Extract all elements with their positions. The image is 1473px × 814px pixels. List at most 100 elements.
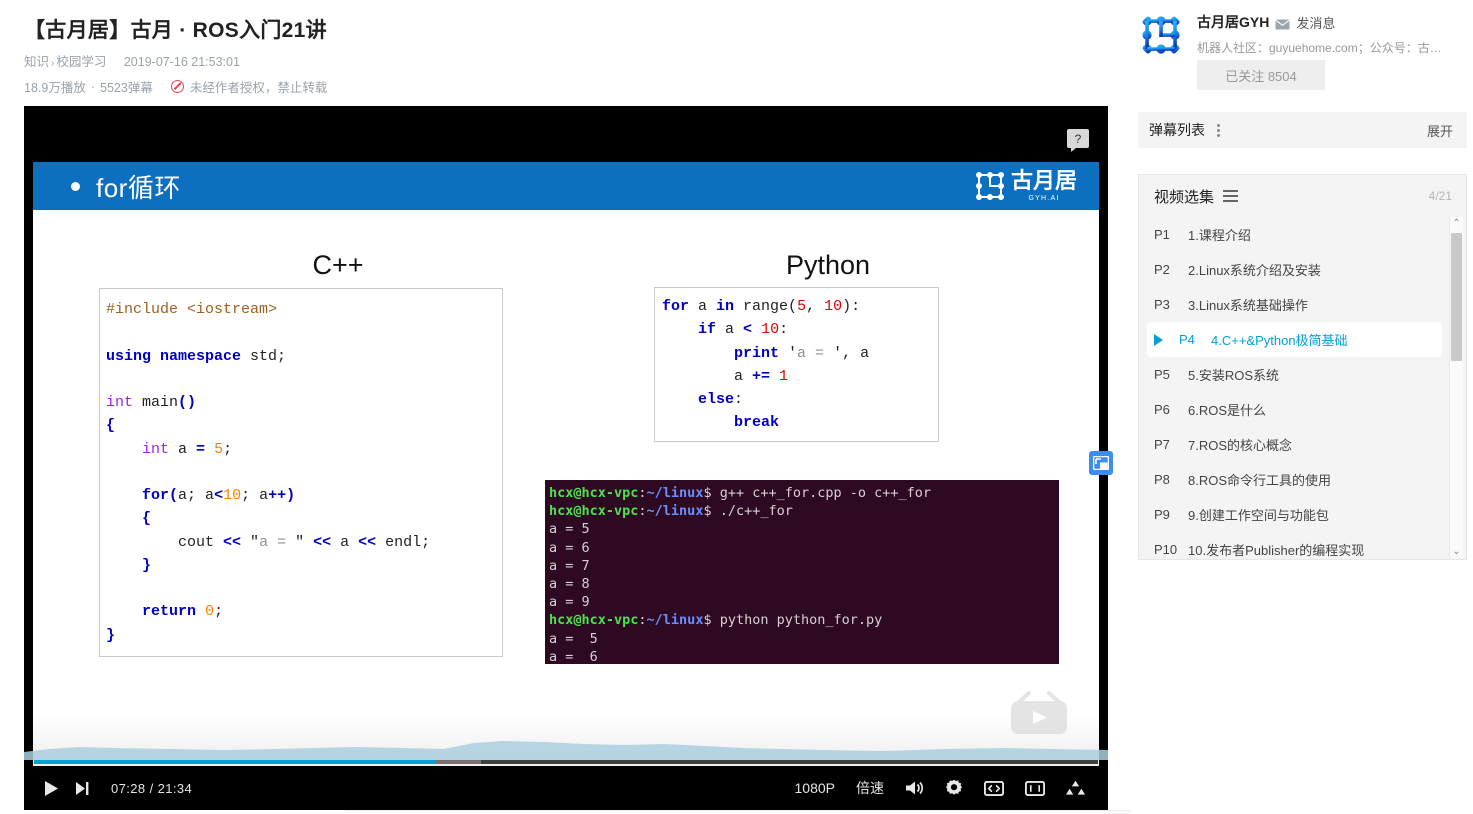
picture-in-picture-icon[interactable] (1089, 451, 1113, 475)
code-token: a = 5 (549, 521, 590, 538)
category-link[interactable]: 知识 (24, 55, 49, 69)
code-line: hcx@hcx-vpc:~/linux$ g++ c++_for.cpp -o … (549, 484, 1059, 502)
send-message-link[interactable]: 发消息 (1296, 13, 1335, 32)
node-graph-icon (976, 172, 1004, 200)
code-token: for (662, 298, 690, 315)
copyright-text: 未经作者授权，禁止转载 (189, 81, 328, 95)
code-line: { (106, 507, 502, 530)
episode-item-p4[interactable]: P4 4.C++&Python极简基础 (1147, 322, 1442, 357)
gyh-logo: 古月居 GYH.AI (969, 162, 1099, 210)
scroll-down-icon[interactable]: ⌄ (1452, 545, 1460, 559)
code-token: a = (797, 344, 834, 362)
video-main-column: 【古月居】古月 · ROS入门21讲 知识 › 校园学习 2019-07-16 21… (0, 0, 1131, 814)
episode-item-p6[interactable]: P6 6.ROS是什么 (1139, 392, 1450, 427)
fullscreen-icon[interactable] (1025, 780, 1045, 796)
code-line: a = 9 (549, 593, 1059, 611)
code-token: endl; (376, 533, 431, 551)
code-token: : (779, 321, 789, 339)
time-display: 07:28 / 21:34 (111, 781, 192, 796)
publish-date: 2019-07-16 21:53:01 (123, 55, 240, 69)
episode-number: P6 (1154, 402, 1170, 417)
code-token: ~/linux (646, 485, 704, 501)
episode-item-p7[interactable]: P7 7.ROS的核心概念 (1139, 427, 1450, 462)
code-token: cout (106, 533, 224, 551)
video-stage[interactable]: ? for循环 古月居 GYH.AI C++ Python #include <… (24, 106, 1108, 766)
volume-icon[interactable] (905, 780, 924, 796)
code-token: ' (779, 344, 798, 362)
code-line: for a in range(5, 10): (662, 295, 938, 318)
speed-selector[interactable]: 倍速 (856, 778, 884, 798)
code-token: < (743, 321, 753, 339)
episode-scrollbar[interactable]: ⌃ ⌄ (1449, 217, 1463, 559)
episode-title: 4.C++&Python极简基础 (1211, 333, 1348, 348)
code-line: cout << "a = " << a << endl; (106, 531, 502, 554)
episode-list[interactable]: P1 1.课程介绍 P2 2.Linux系统介绍及安装 P3 3.Linux系统基础操作 P… (1139, 217, 1450, 559)
danmaku-panel-header: 弹幕列表 展开 (1138, 112, 1467, 148)
gear-icon[interactable] (945, 779, 963, 797)
episode-title: 2.Linux系统介绍及安装 (1188, 263, 1321, 278)
web-fullscreen-icon[interactable] (1066, 780, 1085, 796)
episode-item-p3[interactable]: P3 3.Linux系统基础操作 (1139, 287, 1450, 322)
episode-item-p9[interactable]: P9 9.创建工作空间与功能包 (1139, 497, 1450, 532)
follow-button[interactable]: 已关注 8504 (1197, 60, 1325, 90)
gyh-logo-cn: 古月居 (1011, 168, 1078, 193)
subcategory-link[interactable]: 校园学习 (56, 55, 106, 69)
scroll-up-icon[interactable]: ⌃ (1452, 217, 1460, 231)
progress-area[interactable] (24, 741, 1108, 766)
code-token: if (698, 321, 717, 339)
expand-button[interactable]: 展开 (1427, 121, 1453, 140)
code-token: std; (241, 347, 287, 365)
episode-item-p1[interactable]: P1 1.课程介绍 (1139, 217, 1450, 252)
scrollbar-track[interactable] (1450, 231, 1463, 545)
player-control-bar: 07:28 / 21:34 1080P 倍速 (24, 766, 1108, 810)
code-token: a (331, 533, 359, 551)
avatar[interactable] (1138, 12, 1184, 58)
code-line: } (106, 624, 502, 647)
code-line: int a = 5; (106, 438, 502, 461)
danmaku-density-graph (24, 741, 1108, 760)
video-player[interactable]: ? for循环 古月居 GYH.AI C++ Python #include <… (24, 106, 1113, 810)
episode-list-panel: 视频选集 4/21 P1 1.课程介绍 P2 2.Linux系统介绍及安装 P3 3.Li… (1138, 174, 1467, 560)
help-icon[interactable]: ? (1067, 129, 1089, 152)
code-token: ; (214, 603, 224, 621)
episode-number: P3 (1154, 297, 1170, 312)
presentation-slide: for循环 古月居 GYH.AI C++ Python #include <io… (33, 162, 1099, 766)
episode-number: P2 (1154, 262, 1170, 277)
code-token: 10 (761, 321, 780, 339)
code-token: a (169, 440, 197, 458)
slide-header: for循环 古月居 GYH.AI (33, 162, 1099, 210)
mail-icon[interactable] (1275, 17, 1290, 29)
video-meta-stats: 18.9万播放 · 5523弹幕 未经作者授权，禁止转载 (24, 77, 327, 96)
uploader-name-row: 古月居GYH 发消息 (1197, 12, 1468, 32)
uploader-name[interactable]: 古月居GYH (1197, 12, 1269, 32)
more-options-icon[interactable] (1217, 123, 1220, 137)
episode-item-p2[interactable]: P2 2.Linux系统介绍及安装 (1139, 252, 1450, 287)
code-line: hcx@hcx-vpc:~/linux$ python python_for.p… (549, 611, 1059, 629)
progress-bar[interactable] (34, 760, 1098, 764)
code-token: 5 (214, 440, 224, 458)
code-token: += (752, 367, 771, 385)
code-line: a = 6 (549, 539, 1059, 557)
code-token: << (358, 533, 377, 551)
code-line: a = 5 (549, 630, 1059, 648)
code-token: a; a (178, 487, 215, 504)
scrollbar-thumb[interactable] (1451, 233, 1462, 361)
episode-item-p5[interactable]: P5 5.安装ROS系统 (1139, 357, 1450, 392)
code-line: print 'a = ', a (662, 342, 938, 365)
episode-title: 6.ROS是什么 (1188, 403, 1267, 418)
code-line: int main() (106, 391, 502, 414)
widescreen-icon[interactable] (984, 780, 1004, 796)
episode-item-p10[interactable]: P10 10.发布者Publisher的编程实现 (1139, 532, 1450, 559)
episode-title: 10.发布者Publisher的编程实现 (1188, 543, 1365, 558)
list-view-icon[interactable] (1223, 189, 1239, 203)
episode-list-header: 视频选集 4/21 (1139, 175, 1466, 217)
next-episode-icon[interactable] (75, 781, 89, 796)
episode-title: 7.ROS的核心概念 (1188, 438, 1293, 453)
episode-item-p8[interactable]: P8 8.ROS命令行工具的使用 (1139, 462, 1450, 497)
copyright-notice: 未经作者授权，禁止转载 (170, 77, 328, 96)
play-icon[interactable] (44, 780, 59, 797)
episode-list-title: 视频选集 (1154, 188, 1215, 206)
quality-selector[interactable]: 1080P (795, 780, 835, 796)
